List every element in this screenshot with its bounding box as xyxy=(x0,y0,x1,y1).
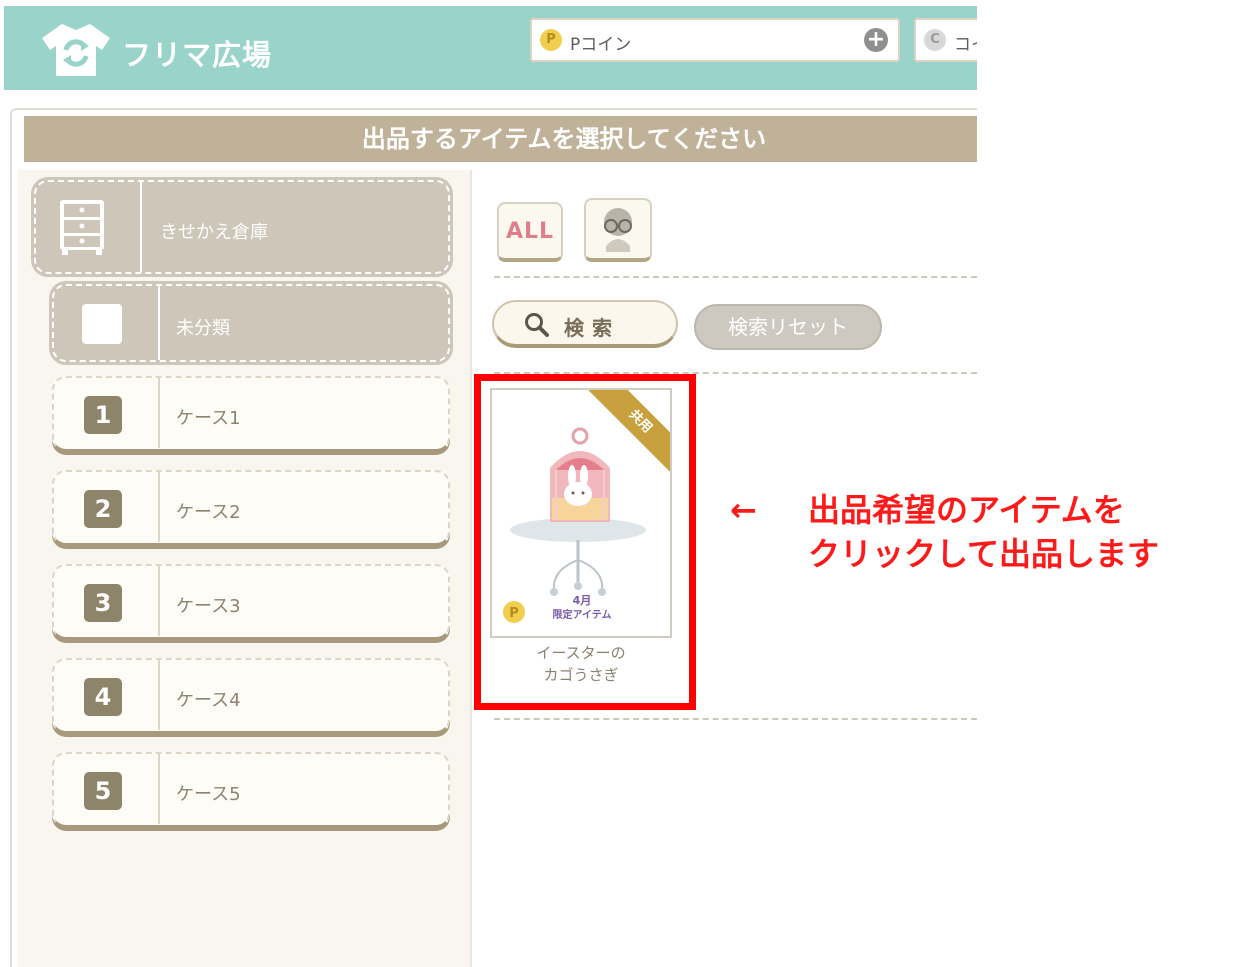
add-pcoin-button[interactable]: + xyxy=(864,28,888,52)
sidebar-item-case1[interactable]: 1 ケース1 xyxy=(52,376,450,452)
uncategorized-label: 未分類 xyxy=(176,318,230,339)
filter-all-button[interactable]: ALL xyxy=(497,202,563,262)
ccoin-box: C コイ xyxy=(914,18,977,62)
divider xyxy=(158,376,160,448)
case-number-badge: 5 xyxy=(84,772,122,810)
left-arrow-icon: ← xyxy=(730,491,757,529)
app-title: フリマ広場 xyxy=(122,38,273,72)
page-title: 出品するアイテムを選択してください xyxy=(24,116,977,162)
ccoin-label: コイ xyxy=(954,35,977,55)
divider xyxy=(158,752,160,824)
filter-character-button[interactable] xyxy=(584,198,652,262)
sidebar-item-warehouse[interactable]: きせかえ倉庫 xyxy=(34,180,450,274)
dresser-icon xyxy=(60,200,104,255)
search-button[interactable]: 検索 xyxy=(492,300,678,348)
tshirt-recycle-logo-icon xyxy=(42,24,110,76)
sidebar-item-uncategorized[interactable]: 未分類 xyxy=(52,284,450,362)
pcoin-box: P Pコイン + xyxy=(530,18,900,62)
case-label: ケース5 xyxy=(176,784,241,805)
sidebar-item-case3[interactable]: 3 ケース3 xyxy=(52,564,450,640)
annotation-line2: クリックして出品します xyxy=(808,535,1160,573)
divider xyxy=(158,564,160,636)
app-window: フリマ広場 P Pコイン + C コイ 出品するアイテムを選択してください きせ… xyxy=(0,0,977,967)
search-reset-button[interactable]: 検索リセット xyxy=(694,304,882,350)
search-label: 検索 xyxy=(564,316,620,340)
case-number-badge: 1 xyxy=(84,396,122,434)
magnifier-icon xyxy=(525,313,549,337)
divider xyxy=(140,180,142,272)
c-coin-icon: C xyxy=(924,29,946,51)
warehouse-label: きせかえ倉庫 xyxy=(160,222,268,243)
uncategorized-icon xyxy=(82,304,122,344)
divider-line xyxy=(494,718,977,720)
highlight-box xyxy=(474,374,696,710)
case-label: ケース3 xyxy=(176,596,241,617)
grandpa-icon xyxy=(604,208,632,252)
divider-line xyxy=(494,276,977,278)
p-coin-icon: P xyxy=(540,29,562,51)
divider xyxy=(158,470,160,542)
divider xyxy=(158,658,160,730)
case-label: ケース4 xyxy=(176,690,241,711)
instruction-annotation: ← 出品希望のアイテムを クリックして出品します xyxy=(730,488,1159,576)
sidebar-item-case2[interactable]: 2 ケース2 xyxy=(52,470,450,546)
pcoin-label: Pコイン xyxy=(570,35,632,55)
case-number-badge: 2 xyxy=(84,490,122,528)
case-label: ケース1 xyxy=(176,408,241,429)
sidebar-item-case4[interactable]: 4 ケース4 xyxy=(52,658,450,734)
case-label: ケース2 xyxy=(176,502,241,523)
case-number-badge: 4 xyxy=(84,678,122,716)
annotation-line1: 出品希望のアイテムを xyxy=(808,491,1125,529)
case-number-badge: 3 xyxy=(84,584,122,622)
divider xyxy=(158,284,160,360)
sidebar-item-case5[interactable]: 5 ケース5 xyxy=(52,752,450,828)
